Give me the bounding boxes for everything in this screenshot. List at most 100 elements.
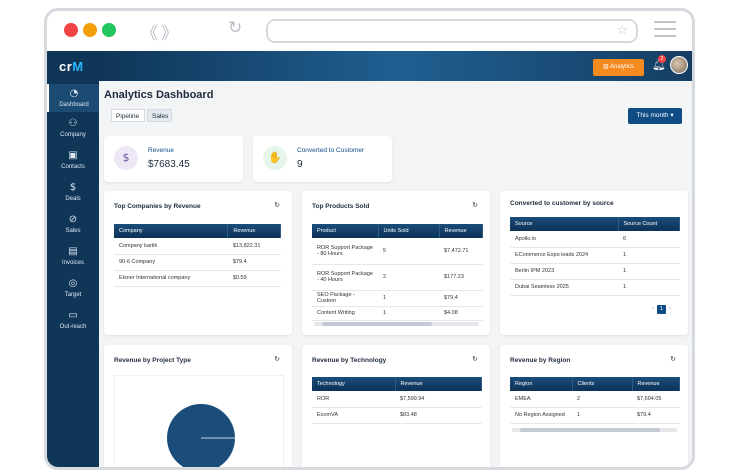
caret-down-icon: ▾ [670,112,674,119]
forward-arrow-icon[interactable]: 》 [161,19,178,44]
card-title: Revenue by Project Type [114,357,191,364]
people-icon: ⚇ [68,118,78,129]
revenue-technology-card: Revenue by Technology ↻ Technology Revenu… [302,345,490,467]
sidebar-item-target[interactable]: ◎ Target [47,278,99,298]
page-title: Analytics Dashboard [104,89,214,101]
card-title: Converted to customer by source [510,200,614,207]
browser-window: 《 》 ↻ ☆ crM ◔ Dashboard ⚇ Company ▣ Cont… [44,8,695,470]
period-dropdown[interactable]: This month ▾ [628,108,682,124]
table-row: EcomVA $83.48 [312,407,482,424]
column-header[interactable]: Product [312,224,379,238]
column-header[interactable]: Clients [572,377,633,391]
reload-icon[interactable]: ↻ [228,18,242,38]
browser-toolbar: 《 》 ↻ ☆ [47,11,692,51]
column-header[interactable]: Company [114,224,229,238]
top-products-card: Top Products Sold ↻ Product Units Sold Rev… [302,191,490,335]
table-row: EMEA 2 $7,604.05 [510,391,680,408]
table-row: Content Writing 1 $4.08 [312,306,483,321]
table-row: No Region Assigned 1 $79.4 [510,407,680,424]
pie-chart [167,404,235,470]
card-title: Revenue by Technology [312,357,387,364]
converted-value: 9 [297,159,303,170]
table-row: Elsner International company $0.59 [114,270,281,287]
top-companies-card: Top Companies by Revenue ↻ Company Revenu… [104,191,292,335]
pagination: ‹ 1 › [652,305,671,314]
analytics-button[interactable]: ▥ Analytics [593,59,644,76]
sidebar-item-company[interactable]: ⚇ Company [47,118,99,138]
refresh-icon[interactable]: ↻ [472,201,478,209]
money-bag-icon: $ [114,146,138,170]
card-title: Top Products Sold [312,203,370,210]
revenue-region-card: Revenue by Region ↻ Region Clients Revenue… [500,345,688,467]
sales-icon: ⊘ [68,214,78,225]
refresh-icon[interactable]: ↻ [274,201,280,209]
tab-sales[interactable]: Sales [147,109,172,122]
converted-by-source-card: Converted to customer by source Source So… [500,191,688,335]
column-header[interactable]: Revenue [395,377,482,391]
invoice-icon: ▤ [68,246,78,257]
folder-icon: ▭ [68,310,78,321]
converted-stat-card: ✋ Converted to Customer 9 [253,136,392,182]
table-row: 90-6 Company $79.4 [114,254,281,271]
column-header[interactable]: Technology [312,377,396,391]
table-row: ECommerce Expo leads 2024 1 [510,247,680,264]
table-row: Company kartik $13,822.31 [114,238,281,255]
column-header[interactable]: Revenue [439,224,483,238]
table-row: ROR Support Package - 40 Hours 2 $177.23 [312,264,483,291]
sidebar-item-deals[interactable]: $ Deals [47,182,99,202]
card-title: Top Companies by Revenue [114,203,201,210]
converted-label: Converted to Customer [297,147,365,154]
column-header[interactable]: Units Sold [378,224,440,238]
avatar[interactable] [670,56,688,74]
refresh-icon[interactable]: ↻ [670,355,676,363]
top-products-table: Product Units Sold Revenue ROR Support Pac… [312,224,483,321]
sidebar-item-sales[interactable]: ⊘ Sales [47,214,99,234]
target-icon: ◎ [68,278,78,289]
column-header[interactable]: Source [510,217,619,231]
chart-icon: ▥ [602,64,610,70]
minimize-window-dot[interactable] [83,23,97,37]
table-row: Dubai Seamless 2025 1 [510,279,680,296]
revenue-stat-card: $ Revenue $7683.45 [104,136,243,182]
app-container: crM ◔ Dashboard ⚇ Company ▣ Contacts $ D… [47,51,692,467]
column-header[interactable]: Revenue [227,224,281,238]
browser-menu-icon[interactable] [654,21,676,39]
refresh-icon[interactable]: ↻ [274,355,280,363]
top-navbar: ▥ Analytics 🔔︎ 2 [99,51,692,81]
close-window-dot[interactable] [64,23,78,37]
sidebar-item-invoices[interactable]: ▤ Invoices [47,246,99,266]
revenue-value: $7683.45 [148,159,190,170]
sidebar: crM ◔ Dashboard ⚇ Company ▣ Contacts $ D… [47,51,99,467]
column-header[interactable]: Revenue [632,377,680,391]
maximize-window-dot[interactable] [102,23,116,37]
table-row: Berlin IPM 2023 1 [510,263,680,280]
pie-chart-area [114,375,284,470]
horizontal-scrollbar[interactable] [512,428,677,432]
table-row: Apollo.io 6 [510,231,680,248]
horizontal-scrollbar[interactable] [314,322,479,326]
pagination-page[interactable]: 1 [657,305,666,314]
sidebar-item-dashboard[interactable]: ◔ Dashboard [47,84,99,112]
tab-pipeline[interactable]: Pipeline [111,109,145,122]
address-bar[interactable]: ☆ [266,19,638,43]
revenue-technology-table: Technology Revenue ROR $7,599.94 EcomVA $83… [312,377,482,424]
dollar-icon: $ [69,182,77,193]
pie-slice[interactable] [167,404,235,470]
table-row: SEO Package - Custom 1 $79.4 [312,290,483,307]
table-row: ROR Support Package - 80 Hours 5 $7,472.71 [312,238,483,265]
sidebar-item-contacts[interactable]: ▣ Contacts [47,150,99,170]
gauge-icon: ◔ [69,88,79,99]
column-header[interactable]: Region [510,377,573,391]
table-row: ROR $7,599.94 [312,391,482,408]
back-arrow-icon[interactable]: 《 [141,19,158,44]
column-header[interactable]: Source Count [618,217,680,231]
pagination-prev[interactable]: ‹ [652,306,654,312]
contact-card-icon: ▣ [68,150,78,161]
app-logo[interactable]: crM [59,59,84,74]
revenue-region-table: Region Clients Revenue EMEA 2 $7,604.05 No R… [510,377,680,424]
sidebar-item-out-reach[interactable]: ▭ Out-reach [47,310,99,330]
bookmark-star-icon[interactable]: ☆ [616,23,628,38]
refresh-icon[interactable]: ↻ [472,355,478,363]
pagination-next[interactable]: › [669,306,671,312]
converted-by-source-table: Source Source Count Apollo.io 6 ECommerce … [510,217,680,296]
